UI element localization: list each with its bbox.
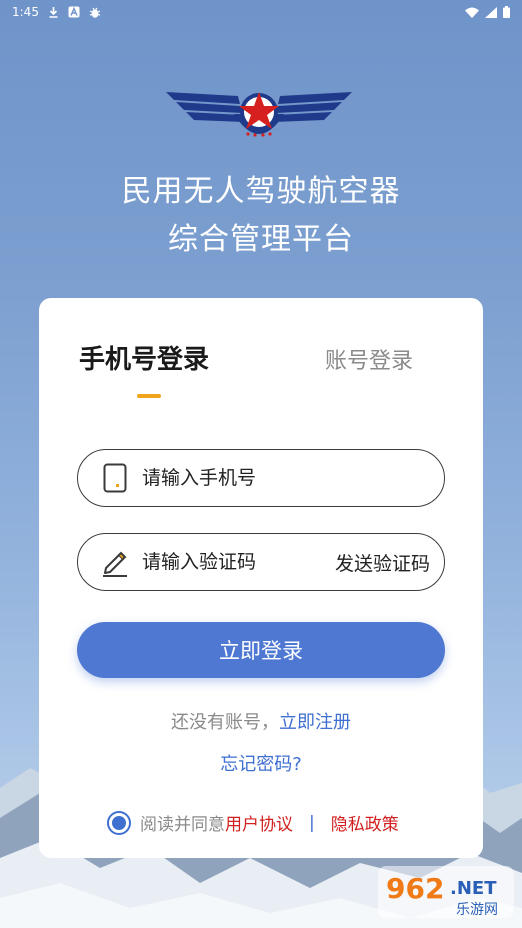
forgot-password-link[interactable]: 忘记密码?	[39, 750, 483, 776]
wings-star-emblem-icon	[166, 92, 352, 137]
agreement-separator: |	[309, 812, 315, 833]
tab-phone-login[interactable]: 手机号登录	[79, 342, 209, 378]
bug-icon	[89, 6, 101, 19]
privacy-policy-link[interactable]: 隐私政策	[331, 810, 399, 835]
battery-icon	[503, 6, 510, 18]
svg-text:962: 962	[386, 872, 444, 905]
agreement-row: 阅读并同意 用户协议 | 隐私政策	[107, 810, 399, 835]
phone-icon	[100, 463, 130, 493]
code-input[interactable]	[142, 551, 335, 573]
signal-icon	[485, 6, 497, 18]
code-field[interactable]: 发送验证码	[77, 533, 445, 591]
app-title-line2: 综合管理平台	[168, 222, 354, 257]
login-screen: { "status_bar": { "time": "1:45", "left_…	[0, 0, 522, 928]
app-title-line1: 民用无人驾驶航空器	[121, 174, 401, 209]
download-icon	[48, 6, 59, 18]
app-a-icon	[68, 6, 80, 18]
status-time: 1:45	[12, 5, 39, 19]
svg-text:.NET: .NET	[450, 878, 497, 899]
login-card: 手机号登录 账号登录 发送验证码 立即登录 还没有账号，立即注册 忘记密码? 阅…	[39, 298, 483, 858]
svg-text:乐游网: 乐游网	[456, 902, 498, 918]
watermark-logo: 962 .NET 乐游网	[378, 866, 514, 918]
phone-field[interactable]	[77, 449, 445, 507]
user-agreement-link[interactable]: 用户协议	[225, 810, 293, 835]
agree-prefix: 阅读并同意	[140, 815, 225, 835]
send-code-button[interactable]: 发送验证码	[335, 549, 430, 576]
register-link[interactable]: 立即注册	[279, 712, 351, 733]
register-line: 还没有账号，立即注册	[39, 708, 483, 734]
active-tab-indicator	[137, 394, 161, 398]
pencil-icon	[100, 547, 130, 577]
radio-checked-dot	[112, 815, 126, 830]
tab-account-login[interactable]: 账号登录	[325, 344, 413, 380]
register-prompt: 还没有账号，	[171, 712, 279, 733]
login-button[interactable]: 立即登录	[77, 622, 445, 678]
status-bar: 1:45	[0, 0, 522, 24]
wifi-icon	[465, 7, 479, 18]
phone-input[interactable]	[142, 467, 444, 489]
agree-radio[interactable]	[107, 810, 131, 835]
